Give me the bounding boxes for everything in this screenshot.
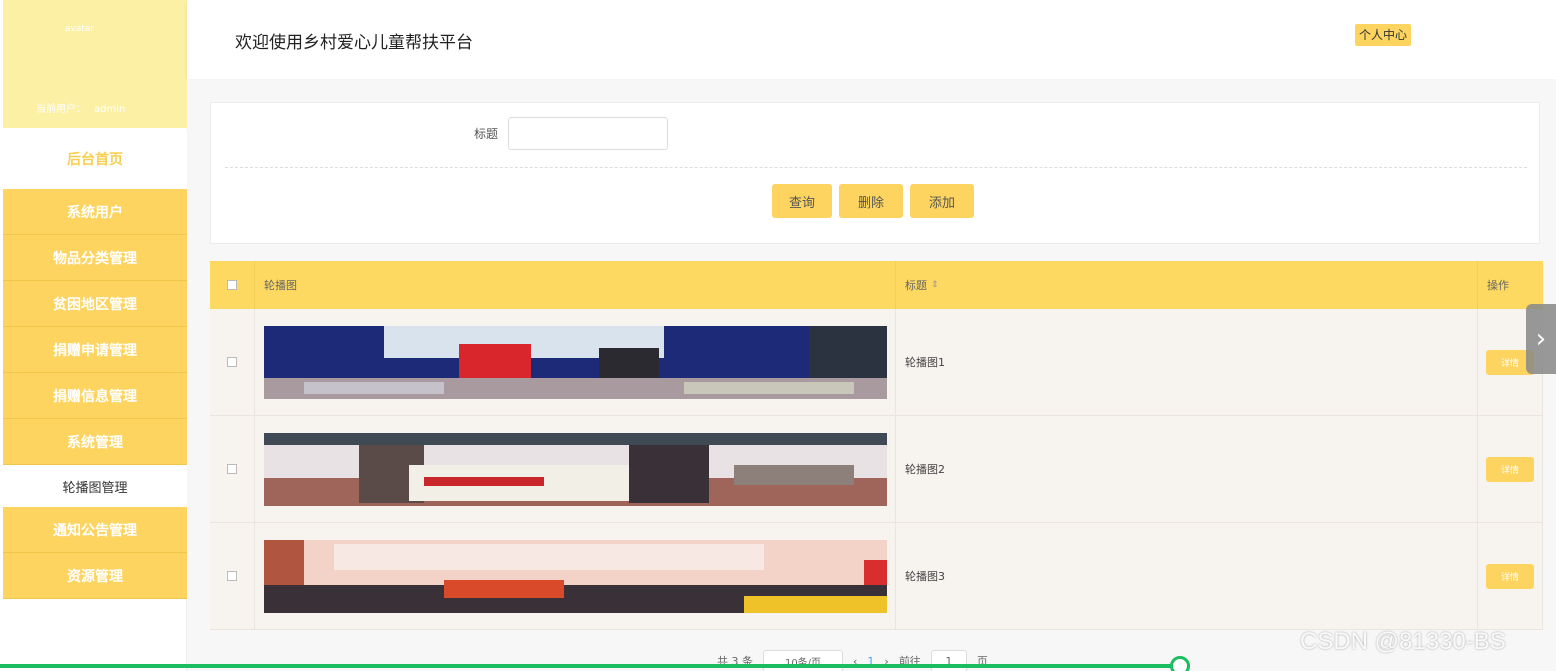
- progress-bar[interactable]: [0, 664, 1181, 668]
- select-all-checkbox[interactable]: [227, 280, 237, 290]
- add-button[interactable]: 添加: [910, 184, 974, 218]
- table-row: 轮播图2 详情: [210, 416, 1543, 523]
- sidebar-item-carousel[interactable]: 轮播图管理: [3, 465, 187, 507]
- current-user-label: 当前用户：: [36, 104, 86, 115]
- row-checkbox[interactable]: [227, 464, 237, 474]
- header-operation: 操作: [1487, 279, 1509, 292]
- table-row: 轮播图1 详情: [210, 309, 1543, 416]
- query-button[interactable]: 查询: [772, 184, 832, 218]
- sidebar-item-home[interactable]: 后台首页: [3, 129, 187, 189]
- current-user-name: admin: [94, 104, 126, 115]
- carousel-image-3: [264, 539, 887, 613]
- title-filter-label: 标题: [474, 127, 499, 141]
- sidebar-user-panel: avatar 当前用户： admin: [3, 0, 187, 128]
- table-row: 轮播图3 详情: [210, 523, 1543, 630]
- carousel-image-2: [264, 432, 887, 506]
- detail-button[interactable]: 详情: [1486, 563, 1534, 589]
- app-window: avatar 当前用户： admin 后台首页 系统用户 物品分类管理 贫困地区管…: [0, 0, 1556, 671]
- watermark: CSDN @81330-BS: [1300, 628, 1506, 655]
- main-content: 标题 查询 删除 添加 轮播图 标题 ⇕ 操作 轮播图1 详情 轮播图2 详情 …: [187, 80, 1556, 671]
- row-title-cell: 轮播图1: [896, 309, 1478, 415]
- header-title[interactable]: 标题 ⇕: [896, 261, 1478, 309]
- avatar: avatar: [65, 24, 95, 34]
- top-header: 欢迎使用乡村爱心儿童帮扶平台 个人中心: [187, 0, 1556, 79]
- select-all-cell: [210, 261, 255, 309]
- progress-handle[interactable]: [1170, 656, 1190, 671]
- detail-button[interactable]: 详情: [1486, 456, 1534, 482]
- row-title-cell: 轮播图3: [896, 523, 1478, 629]
- carousel-image-1: [264, 325, 887, 399]
- sidebar-menu: 系统用户 物品分类管理 贫困地区管理 捐赠申请管理 捐赠信息管理 系统管理 轮播…: [3, 189, 187, 599]
- row-image-cell: [255, 523, 896, 629]
- title-filter-input[interactable]: [508, 117, 668, 150]
- sidebar-item-category[interactable]: 物品分类管理: [3, 235, 187, 281]
- sidebar-item-donation-info[interactable]: 捐赠信息管理: [3, 373, 187, 419]
- row-check-cell: [210, 309, 255, 415]
- sidebar: avatar 当前用户： admin 后台首页 系统用户 物品分类管理 贫困地区管…: [0, 0, 187, 671]
- row-operation-cell: 详情: [1478, 416, 1543, 522]
- row-checkbox[interactable]: [227, 357, 237, 367]
- sort-icon[interactable]: ⇕: [931, 280, 939, 290]
- row-image-cell: [255, 416, 896, 522]
- search-panel: 标题 查询 删除 添加: [210, 102, 1540, 244]
- row-check-cell: [210, 523, 255, 629]
- sidebar-item-resources[interactable]: 资源管理: [3, 553, 187, 599]
- profile-button[interactable]: 个人中心: [1355, 24, 1412, 46]
- delete-button[interactable]: 删除: [839, 184, 903, 218]
- row-check-cell: [210, 416, 255, 522]
- header-title-label: 标题: [905, 279, 927, 292]
- search-divider: [225, 167, 1527, 168]
- chevron-right-icon[interactable]: ›: [1526, 304, 1556, 374]
- carousel-table: 轮播图 标题 ⇕ 操作 轮播图1 详情 轮播图2 详情 轮播图3 详情: [210, 261, 1543, 630]
- current-user: 当前用户： admin: [36, 100, 125, 115]
- row-checkbox[interactable]: [227, 571, 237, 581]
- page-title: 欢迎使用乡村爱心儿童帮扶平台: [235, 33, 473, 53]
- sidebar-item-system-management[interactable]: 系统管理: [3, 419, 187, 465]
- sidebar-item-system-users[interactable]: 系统用户: [3, 189, 187, 235]
- sidebar-item-donation-requests[interactable]: 捐赠申请管理: [3, 327, 187, 373]
- header-image: 轮播图: [255, 261, 896, 309]
- sidebar-item-notices[interactable]: 通知公告管理: [3, 507, 187, 553]
- table-header: 轮播图 标题 ⇕ 操作: [210, 261, 1543, 309]
- sidebar-item-poor-areas[interactable]: 贫困地区管理: [3, 281, 187, 327]
- row-operation-cell: 详情: [1478, 523, 1543, 629]
- row-title-cell: 轮播图2: [896, 416, 1478, 522]
- row-image-cell: [255, 309, 896, 415]
